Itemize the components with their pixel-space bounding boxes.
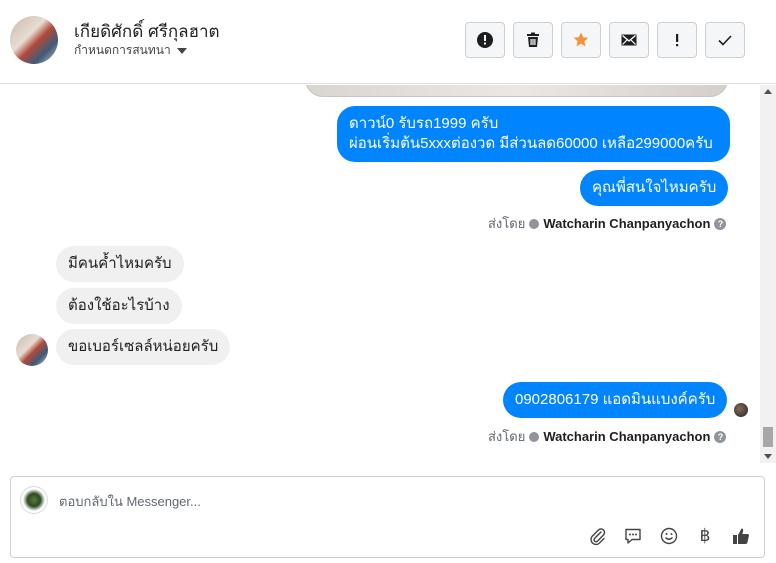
reply-input[interactable] xyxy=(59,491,739,511)
thread-scrollbar[interactable] xyxy=(760,85,776,463)
sender-name[interactable]: Watcharin Chanpanyachon xyxy=(543,216,710,231)
message-thread[interactable]: ดาวน์0 รับรถ1999 ครับ ผ่อนเริ่มต้น5xxxต่… xyxy=(0,85,760,463)
spam-button[interactable] xyxy=(465,22,505,58)
incoming-message[interactable]: ขอเบอร์เซลล์หน่อยครับ xyxy=(56,329,231,365)
outgoing-message[interactable]: ดาวน์0 รับรถ1999 ครับ ผ่อนเริ่มต้น5xxxต่… xyxy=(337,106,730,162)
assign-conversation-label: กำหนดการสนทนา xyxy=(74,43,171,57)
message-text-line: ดาวน์0 รับรถ1999 ครับ xyxy=(349,115,499,132)
like-button[interactable] xyxy=(730,525,752,547)
header-actions xyxy=(465,22,745,58)
exclamation-icon xyxy=(676,34,679,47)
sent-by-info: ส่งโดย Watcharin Chanpanyachon ? xyxy=(488,213,727,234)
emoji-button[interactable] xyxy=(658,525,680,547)
chat-bubble-icon xyxy=(625,528,641,544)
mark-done-button[interactable] xyxy=(705,22,745,58)
incoming-message[interactable]: ต้องใช้อะไรบ้าง xyxy=(56,288,182,324)
conversation-header: เกียดิศักดิ์ ศรีกุลฮาต กำหนดการสนทนา xyxy=(0,0,776,84)
page-avatar xyxy=(20,486,48,514)
sent-by-prefix: ส่งโดย xyxy=(488,216,526,231)
star-button[interactable] xyxy=(561,22,601,58)
reply-composer: ฿ xyxy=(10,476,765,558)
paperclip-icon xyxy=(590,528,606,546)
sent-by-info: ส่งโดย Watcharin Chanpanyachon ? xyxy=(488,426,727,447)
delete-button[interactable] xyxy=(513,22,553,58)
smiley-icon xyxy=(660,527,678,545)
mark-unread-button[interactable] xyxy=(609,22,649,58)
scroll-up-arrow-icon[interactable] xyxy=(764,89,772,94)
star-icon xyxy=(573,32,589,47)
attach-file-button[interactable] xyxy=(586,525,608,547)
caret-down-icon xyxy=(176,47,187,54)
envelope-icon xyxy=(621,34,637,46)
sender-name[interactable]: Watcharin Chanpanyachon xyxy=(543,429,710,444)
baht-icon: ฿ xyxy=(699,526,711,546)
follow-up-button[interactable] xyxy=(657,22,697,58)
sent-by-prefix: ส่งโดย xyxy=(488,429,526,444)
contact-avatar-small[interactable] xyxy=(16,334,48,366)
verified-dot-icon xyxy=(529,431,540,442)
help-icon[interactable]: ? xyxy=(714,217,727,230)
contact-avatar[interactable] xyxy=(10,16,58,64)
outgoing-message[interactable]: 0902806179 แอดมินแบงค์ครับ xyxy=(503,382,728,418)
verified-dot-icon xyxy=(529,218,540,229)
assign-conversation-dropdown[interactable]: กำหนดการสนทนา xyxy=(74,41,187,60)
payment-button[interactable]: ฿ xyxy=(694,525,716,547)
alert-circle-icon xyxy=(477,32,493,48)
saved-replies-button[interactable] xyxy=(622,525,644,547)
seen-receipt-avatar xyxy=(734,403,748,417)
composer-tools: ฿ xyxy=(586,525,752,547)
checkmark-icon xyxy=(718,35,732,46)
scroll-down-arrow-icon[interactable] xyxy=(764,454,772,459)
outgoing-message[interactable]: คุณพี่สนใจไหมครับ xyxy=(580,170,729,206)
help-icon[interactable]: ? xyxy=(714,430,727,443)
image-attachment[interactable] xyxy=(305,85,728,97)
scroll-thumb[interactable] xyxy=(763,427,773,447)
trash-icon xyxy=(527,32,539,47)
thumbs-up-icon xyxy=(733,528,749,544)
incoming-message[interactable]: มีคนค้ำไหมครับ xyxy=(56,246,184,282)
message-text-line: ผ่อนเริ่มต้น5xxxต่องวด มีส่วนลด60000 เหล… xyxy=(349,135,713,152)
